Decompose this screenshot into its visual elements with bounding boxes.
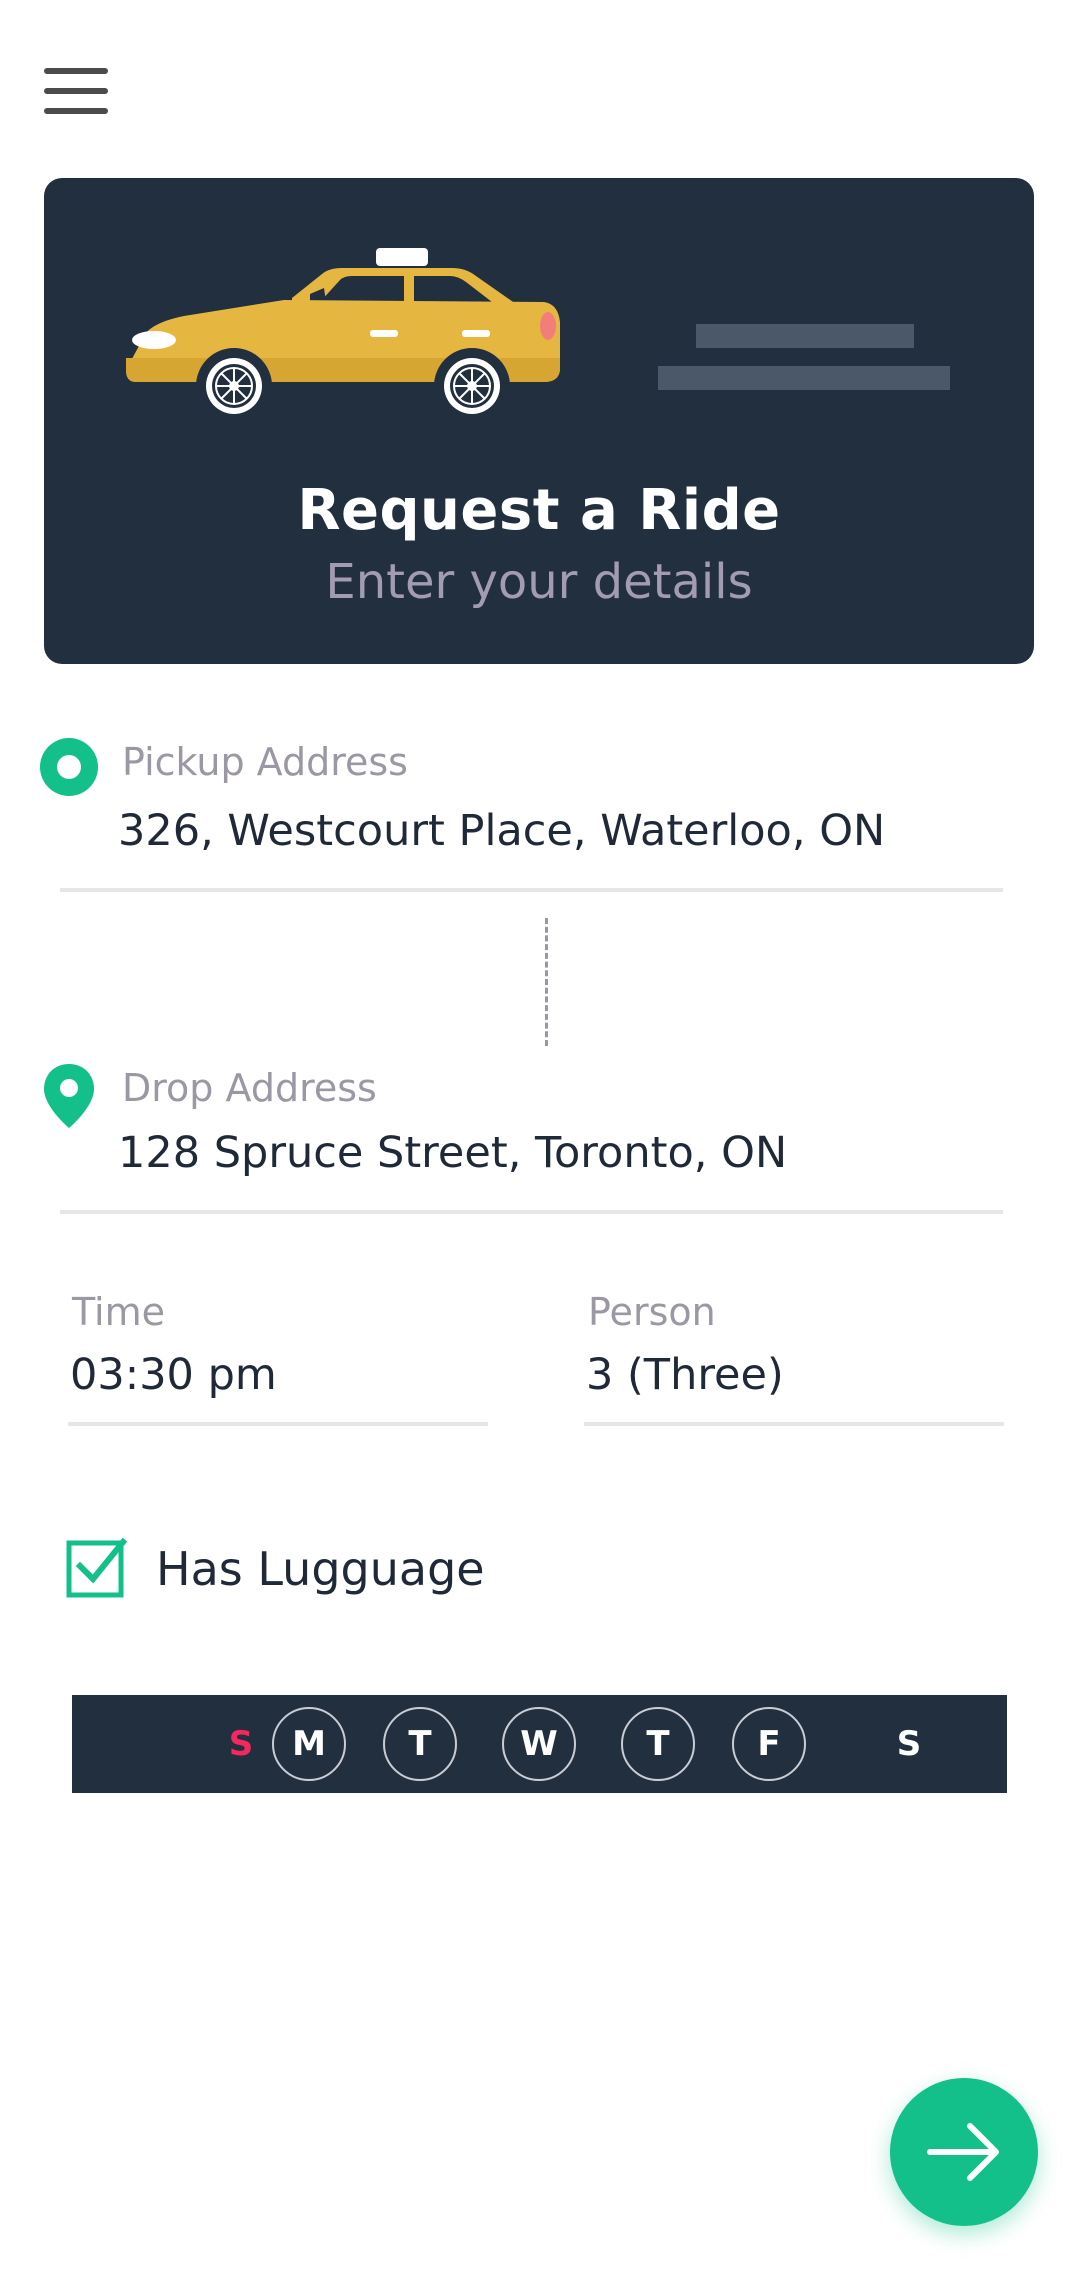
hero-banner: Request a Ride Enter your details bbox=[44, 178, 1034, 664]
speed-line bbox=[658, 366, 950, 390]
day-saturday[interactable]: S bbox=[872, 1707, 946, 1781]
day-thursday[interactable]: T bbox=[621, 1707, 695, 1781]
day-monday[interactable]: M bbox=[272, 1707, 346, 1781]
time-divider bbox=[68, 1422, 488, 1426]
next-button[interactable] bbox=[890, 2078, 1038, 2226]
person-divider bbox=[584, 1422, 1004, 1426]
time-field[interactable]: 03:30 pm bbox=[70, 1350, 277, 1400]
pickup-dot-icon bbox=[40, 738, 98, 796]
drop-label: Drop Address bbox=[122, 1066, 377, 1110]
day-wednesday[interactable]: W bbox=[502, 1707, 576, 1781]
day-tuesday[interactable]: T bbox=[383, 1707, 457, 1781]
day-sunday[interactable]: S bbox=[204, 1707, 278, 1781]
person-label: Person bbox=[588, 1290, 716, 1334]
hamburger-menu-icon[interactable] bbox=[44, 68, 108, 114]
luggage-label[interactable]: Has Lugguage bbox=[156, 1542, 485, 1596]
time-label: Time bbox=[72, 1290, 165, 1334]
pickup-divider bbox=[60, 888, 1003, 892]
day-friday[interactable]: F bbox=[732, 1707, 806, 1781]
pickup-address-field[interactable]: 326, Westcourt Place, Waterloo, ON bbox=[118, 806, 885, 856]
arrow-right-icon bbox=[927, 2123, 999, 2181]
drop-address-field[interactable]: 128 Spruce Street, Toronto, ON bbox=[118, 1128, 787, 1178]
ride-request-screen: Request a Ride Enter your details Pickup… bbox=[0, 0, 1080, 2280]
page-title: Request a Ride bbox=[297, 478, 781, 543]
person-field[interactable]: 3 (Three) bbox=[586, 1350, 784, 1400]
page-subtitle: Enter your details bbox=[325, 554, 753, 610]
location-pin-icon bbox=[44, 1064, 94, 1128]
speed-line bbox=[696, 324, 914, 348]
route-dashed-line bbox=[545, 918, 548, 1046]
taxi-car-icon bbox=[126, 248, 560, 424]
weekday-selector: S M T W T F S bbox=[72, 1695, 1007, 1793]
drop-divider bbox=[60, 1210, 1003, 1214]
luggage-checkbox[interactable] bbox=[66, 1536, 128, 1598]
pickup-label: Pickup Address bbox=[122, 740, 408, 784]
